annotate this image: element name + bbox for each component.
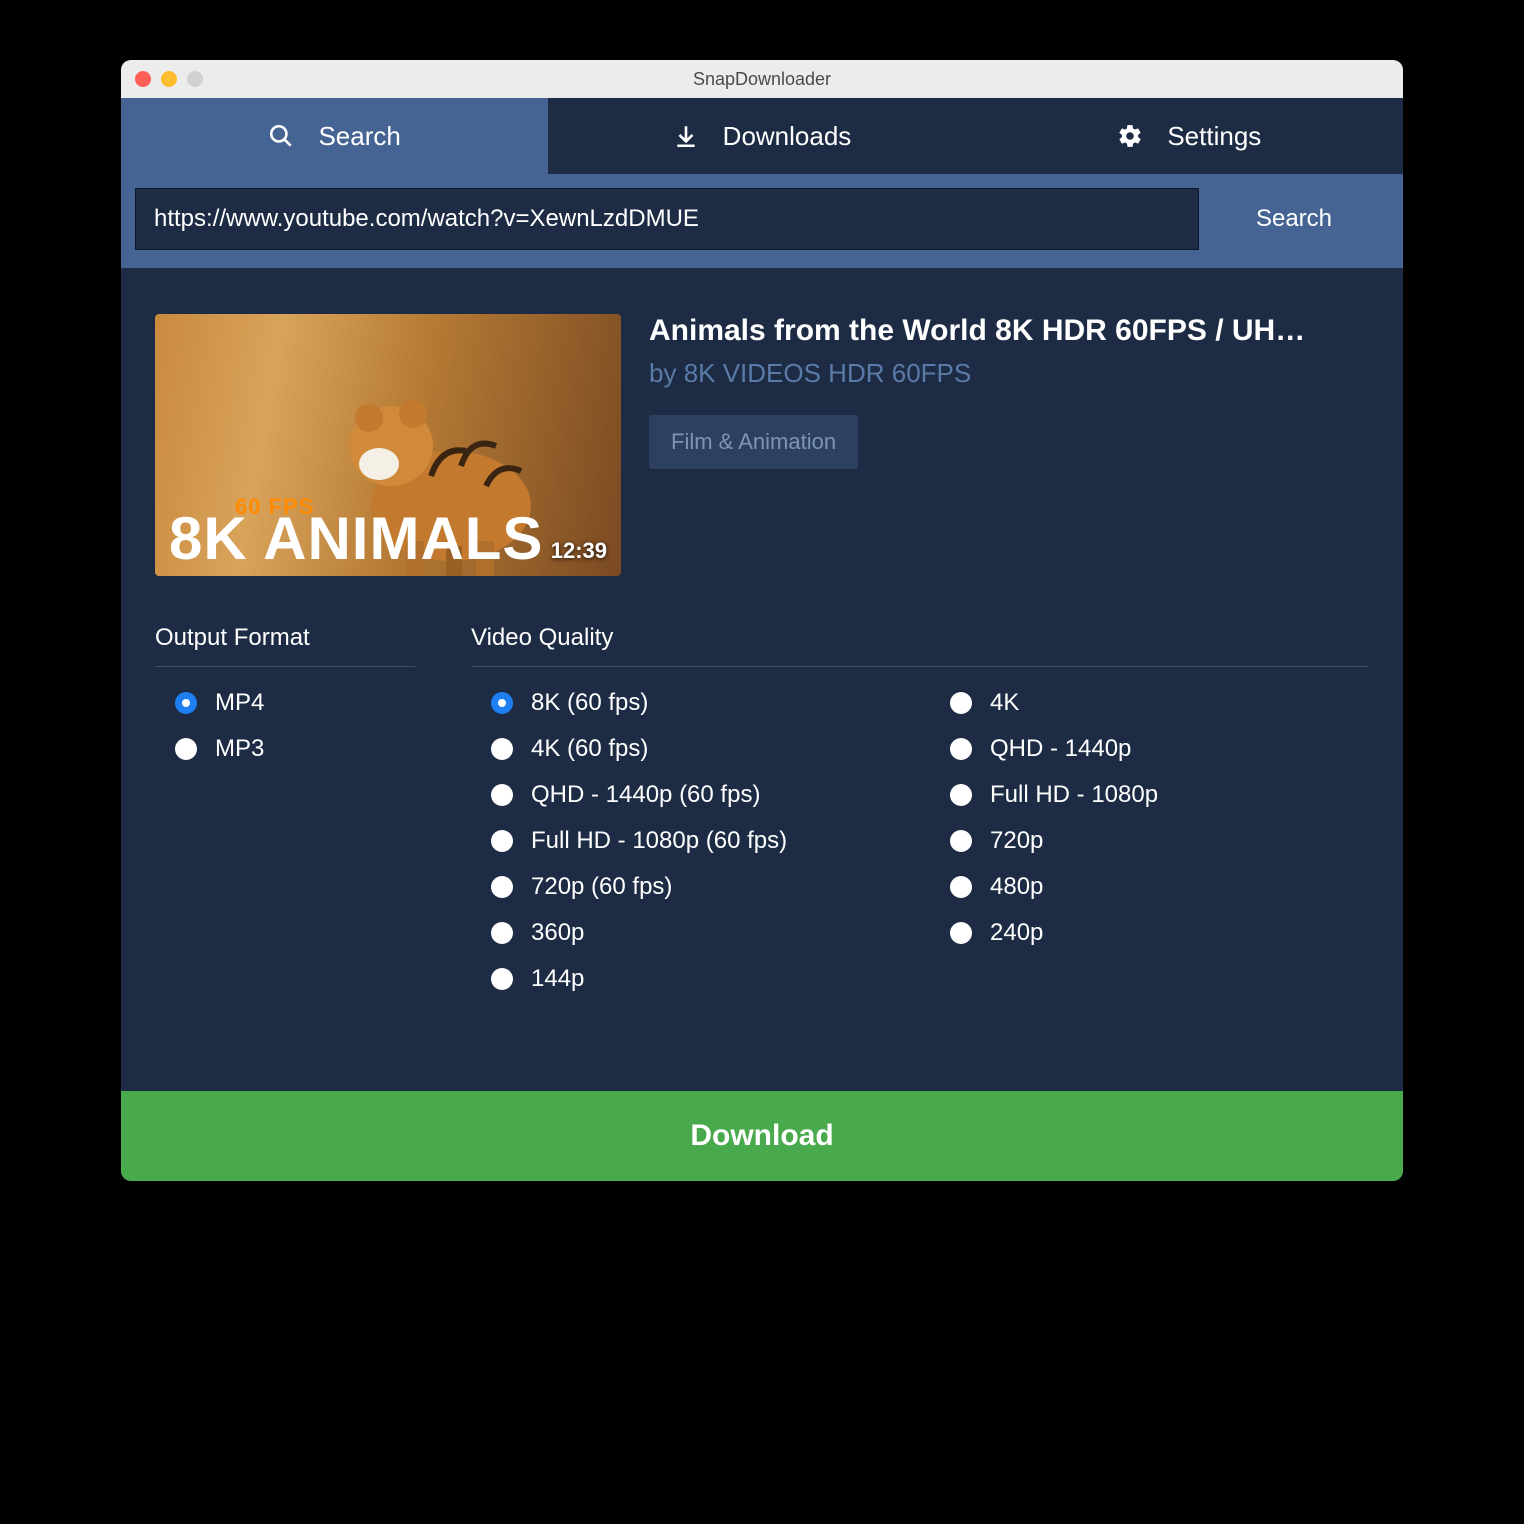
thumb-big-text: 8K ANIMALS [169,505,543,572]
quality-option[interactable]: 480p [950,873,1369,901]
quality-label: Full HD - 1080p [990,781,1158,809]
video-thumbnail[interactable]: 60 FPS 8K ANIMALS 12:39 [155,314,621,576]
format-label: MP4 [215,689,264,717]
author-name: 8K VIDEOS HDR 60FPS [684,358,972,388]
output-format-section: Output Format MP4 MP3 [155,624,415,1011]
author-prefix: by [649,358,684,388]
quality-label: 720p [990,827,1043,855]
quality-label: 8K (60 fps) [531,689,648,717]
radio-icon [491,830,513,852]
quality-option[interactable]: 720p (60 fps) [491,873,910,901]
video-title: Animals from the World 8K HDR 60FPS / UH… [649,314,1369,348]
radio-icon [491,784,513,806]
radio-icon [950,922,972,944]
app-window: SnapDownloader Search Downloads Settings… [121,60,1403,1181]
quality-option[interactable]: 240p [950,919,1369,947]
video-info: 60 FPS 8K ANIMALS 12:39 Animals from the… [155,314,1369,576]
video-meta: Animals from the World 8K HDR 60FPS / UH… [649,314,1369,576]
quality-label: 720p (60 fps) [531,873,672,901]
radio-icon [175,738,197,760]
thumbnail-text: 60 FPS 8K ANIMALS [169,494,543,566]
download-button[interactable]: Download [121,1091,1403,1181]
video-duration: 12:39 [551,538,607,564]
radio-icon [950,784,972,806]
tab-label: Search [318,121,400,152]
options-row: Output Format MP4 MP3 Video Quality 8K (6… [155,624,1369,1011]
quality-option[interactable]: 360p [491,919,910,947]
radio-icon [950,876,972,898]
tab-label: Downloads [723,121,852,152]
quality-label: 4K (60 fps) [531,735,648,763]
download-icon [673,123,699,149]
window-controls [135,71,203,87]
quality-option[interactable]: Full HD - 1080p (60 fps) [491,827,910,855]
video-quality-section: Video Quality 8K (60 fps) 4K (60 fps) QHD … [471,624,1369,1011]
quality-label: 144p [531,965,584,993]
format-option[interactable]: MP3 [175,735,415,763]
search-bar: Search [121,174,1403,268]
quality-option[interactable]: Full HD - 1080p [950,781,1369,809]
quality-label: QHD - 1440p [990,735,1131,763]
radio-icon [950,830,972,852]
radio-icon [491,922,513,944]
url-input[interactable] [135,188,1199,250]
radio-icon [491,876,513,898]
quality-option[interactable]: 720p [950,827,1369,855]
quality-option[interactable]: QHD - 1440p (60 fps) [491,781,910,809]
quality-label: 360p [531,919,584,947]
quality-option[interactable]: 8K (60 fps) [491,689,910,717]
content-area: 60 FPS 8K ANIMALS 12:39 Animals from the… [121,268,1403,1041]
minimize-window-button[interactable] [161,71,177,87]
radio-icon [950,738,972,760]
radio-icon [950,692,972,714]
main-tabs: Search Downloads Settings [121,98,1403,174]
video-category-tag[interactable]: Film & Animation [649,415,858,469]
quality-option[interactable]: 4K (60 fps) [491,735,910,763]
radio-icon [491,692,513,714]
radio-icon [491,738,513,760]
tab-settings[interactable]: Settings [976,98,1403,174]
window-title: SnapDownloader [121,69,1403,90]
tab-label: Settings [1167,121,1261,152]
quality-label: 4K [990,689,1019,717]
tab-downloads[interactable]: Downloads [548,98,975,174]
maximize-window-button[interactable] [187,71,203,87]
radio-icon [491,968,513,990]
video-author: by 8K VIDEOS HDR 60FPS [649,358,1369,389]
quality-label: 480p [990,873,1043,901]
format-heading: Output Format [155,624,415,667]
quality-label: 240p [990,919,1043,947]
tab-search[interactable]: Search [121,98,548,174]
titlebar: SnapDownloader [121,60,1403,98]
format-option[interactable]: MP4 [175,689,415,717]
format-label: MP3 [215,735,264,763]
quality-option[interactable]: 144p [491,965,910,993]
quality-heading: Video Quality [471,624,1369,667]
quality-option[interactable]: QHD - 1440p [950,735,1369,763]
search-icon [268,123,294,149]
gear-icon [1117,123,1143,149]
quality-label: Full HD - 1080p (60 fps) [531,827,787,855]
search-button[interactable]: Search [1199,188,1389,250]
close-window-button[interactable] [135,71,151,87]
quality-label: QHD - 1440p (60 fps) [531,781,760,809]
radio-icon [175,692,197,714]
quality-option[interactable]: 4K [950,689,1369,717]
